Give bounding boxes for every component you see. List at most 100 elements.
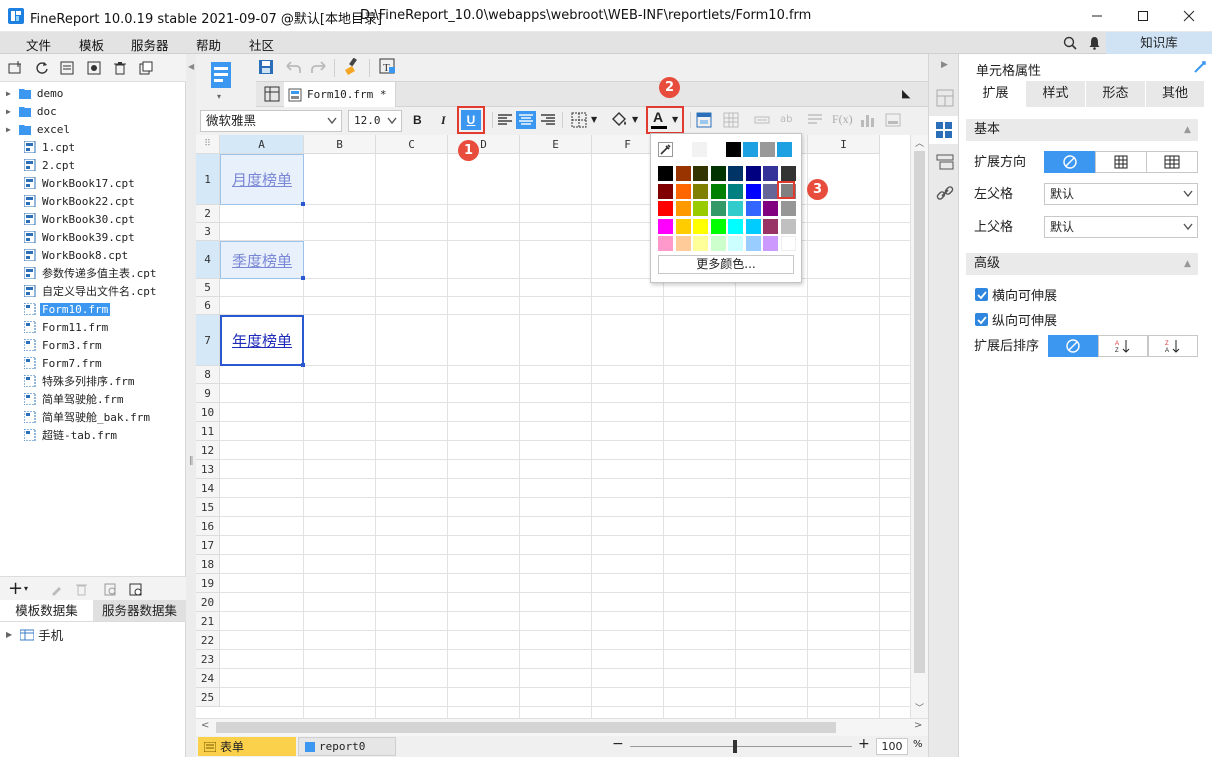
spreadsheet-grid[interactable]: ⠿ABCDEFGHI123456789101112131415161718192… bbox=[196, 135, 910, 735]
expand-arrow-icon[interactable]: ▶ bbox=[6, 89, 11, 98]
search-icon[interactable] bbox=[1063, 36, 1077, 50]
color-swatch[interactable] bbox=[745, 201, 761, 216]
color-swatch[interactable] bbox=[780, 218, 796, 234]
bold-button[interactable]: B bbox=[413, 113, 422, 127]
tab-template-dataset[interactable]: 模板数据集 bbox=[0, 600, 93, 622]
left-splitter[interactable]: ◀ ‖ bbox=[186, 54, 196, 757]
color-swatch[interactable] bbox=[745, 166, 761, 181]
scroll-up-icon[interactable]: ︿ bbox=[915, 136, 924, 149]
maximize-button[interactable] bbox=[1120, 0, 1166, 32]
zoom-out-button[interactable]: − bbox=[612, 736, 624, 752]
cell-resize-handle[interactable] bbox=[301, 276, 305, 280]
format-painter-icon[interactable] bbox=[343, 58, 361, 76]
bell-icon[interactable] bbox=[1088, 36, 1101, 50]
row-header[interactable]: 7 bbox=[196, 315, 220, 366]
collapse-section-icon[interactable]: ▲ bbox=[1184, 253, 1191, 275]
redo-icon[interactable] bbox=[310, 59, 328, 75]
color-swatch[interactable] bbox=[745, 183, 761, 199]
vertical-scrollbar[interactable]: ︿ ﹀ bbox=[910, 135, 928, 736]
row-header[interactable]: 9 bbox=[196, 384, 220, 403]
color-swatch[interactable] bbox=[658, 201, 673, 216]
color-swatch[interactable] bbox=[780, 166, 796, 181]
dataset-item-phone[interactable]: ▶ 手机 bbox=[6, 625, 63, 644]
tree-folder[interactable]: ▶ demo bbox=[6, 84, 65, 102]
more-colors-button[interactable]: 更多颜色... bbox=[658, 255, 794, 274]
color-swatch[interactable] bbox=[710, 201, 726, 216]
color-swatch[interactable] bbox=[693, 183, 708, 199]
color-swatch[interactable] bbox=[763, 218, 778, 234]
text-lines-icon[interactable] bbox=[807, 112, 823, 128]
color-swatch[interactable] bbox=[728, 218, 743, 234]
color-swatch[interactable] bbox=[745, 236, 761, 251]
sort-none-button[interactable] bbox=[1048, 335, 1098, 357]
scroll-left-icon[interactable]: < bbox=[201, 720, 209, 731]
tree-file[interactable]: 特殊多列排序.frm bbox=[6, 372, 137, 390]
color-swatch[interactable] bbox=[675, 218, 691, 234]
cell-quarterly[interactable]: 季度榜单 bbox=[220, 241, 304, 279]
column-header[interactable]: I bbox=[808, 135, 880, 154]
row-header[interactable]: 10 bbox=[196, 403, 220, 422]
component-icon[interactable] bbox=[936, 89, 954, 107]
tree-file[interactable]: WorkBook17.cpt bbox=[6, 174, 137, 192]
expand-vertical-button[interactable] bbox=[1095, 151, 1147, 173]
insert-widget-icon[interactable] bbox=[754, 112, 770, 128]
add-dropdown-icon[interactable]: ▾ bbox=[24, 584, 28, 593]
horizontal-scrollbar[interactable]: < > bbox=[196, 718, 928, 736]
color-swatch[interactable] bbox=[710, 236, 726, 251]
row-header[interactable]: 15 bbox=[196, 498, 220, 517]
color-swatch[interactable] bbox=[693, 166, 708, 181]
font-size-select[interactable]: 12.0 bbox=[348, 110, 402, 132]
tree-file[interactable]: Form7.frm bbox=[6, 354, 104, 372]
align-left-icon[interactable] bbox=[497, 113, 513, 127]
menu-server[interactable]: 服务器 bbox=[131, 35, 169, 54]
widget-settings-icon[interactable] bbox=[936, 154, 954, 170]
color-swatch[interactable] bbox=[710, 166, 726, 181]
color-swatch[interactable] bbox=[728, 166, 743, 181]
select-all-corner[interactable]: ⠿ bbox=[196, 135, 220, 154]
tree-file[interactable]: 简单驾驶舱.frm bbox=[6, 390, 126, 408]
row-header[interactable]: 22 bbox=[196, 631, 220, 650]
tab-server-dataset[interactable]: 服务器数据集 bbox=[93, 600, 186, 622]
color-swatch[interactable] bbox=[728, 201, 743, 216]
row-header[interactable]: 8 bbox=[196, 366, 220, 384]
fill-dropdown-icon[interactable]: ▼ bbox=[632, 115, 638, 124]
collapse-right-icon[interactable]: ▶ bbox=[941, 60, 948, 70]
row-header[interactable]: 14 bbox=[196, 479, 220, 498]
chart-icon[interactable] bbox=[859, 112, 875, 128]
color-swatch[interactable] bbox=[692, 142, 707, 157]
collapse-section-icon[interactable]: ▲ bbox=[1184, 119, 1191, 141]
color-swatch[interactable] bbox=[745, 218, 761, 234]
tree-file[interactable]: 超链-tab.frm bbox=[6, 426, 119, 444]
minimize-button[interactable] bbox=[1074, 0, 1120, 32]
tree-file[interactable]: WorkBook8.cpt bbox=[6, 246, 130, 264]
cell-attr-tab[interactable] bbox=[929, 116, 959, 144]
text-widget-icon[interactable]: T bbox=[379, 58, 397, 76]
color-swatch[interactable] bbox=[675, 142, 690, 157]
tree-file[interactable]: 简单驾驶舱_bak.frm bbox=[6, 408, 152, 426]
expand-arrow-icon[interactable]: ▶ bbox=[6, 107, 11, 116]
color-swatch[interactable] bbox=[726, 142, 741, 157]
menu-file[interactable]: 文件 bbox=[26, 35, 51, 54]
sort-descending-button[interactable]: ZA bbox=[1148, 335, 1198, 357]
color-swatch[interactable] bbox=[728, 183, 743, 199]
color-swatch[interactable] bbox=[763, 183, 778, 199]
cell-resize-handle[interactable] bbox=[301, 202, 305, 206]
expand-arrow-icon[interactable]: ▶ bbox=[6, 125, 11, 134]
color-swatch[interactable] bbox=[675, 236, 691, 251]
hscroll-thumb[interactable] bbox=[216, 722, 836, 733]
close-button[interactable] bbox=[1166, 0, 1212, 32]
tree-file[interactable]: 参数传递多值主表.cpt bbox=[6, 264, 159, 282]
sheet-tab-form[interactable]: 表单 bbox=[198, 737, 296, 756]
top-parent-select[interactable]: 默认 bbox=[1044, 216, 1198, 238]
edit-icon[interactable] bbox=[50, 583, 63, 596]
color-swatch[interactable] bbox=[763, 166, 778, 181]
tree-file[interactable]: Form11.frm bbox=[6, 318, 110, 336]
save-icon[interactable] bbox=[258, 59, 274, 75]
row-header[interactable]: 19 bbox=[196, 574, 220, 593]
tab-shape[interactable]: 形态 bbox=[1086, 81, 1145, 107]
expand-none-button[interactable] bbox=[1044, 151, 1096, 173]
color-swatch[interactable] bbox=[658, 183, 673, 199]
row-header[interactable]: 1 bbox=[196, 154, 220, 205]
row-header[interactable]: 20 bbox=[196, 593, 220, 612]
cell-yearly[interactable]: 年度榜单 bbox=[220, 315, 304, 366]
